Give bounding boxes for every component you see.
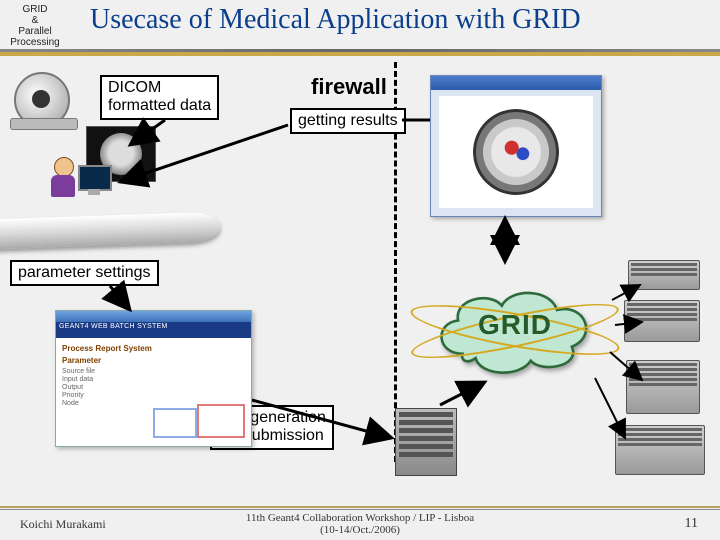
section-heading: Parameter [62, 356, 245, 365]
connector-ribbon [0, 211, 220, 250]
text: 11th Geant4 Collaboration Workshop / LIP… [246, 512, 474, 524]
form-row: Priority [62, 392, 245, 399]
label-firewall: firewall [305, 72, 393, 101]
logo-line: Processing [0, 37, 70, 48]
highlight-box-blue [153, 408, 197, 438]
grid-label: GRID [415, 309, 615, 341]
window-body [439, 96, 593, 208]
highlight-box-red [197, 404, 245, 438]
ct-scanner-icon [10, 72, 80, 132]
logo-line: GRID [0, 4, 70, 15]
form-row: Output [62, 384, 245, 391]
footer-event: 11th Geant4 Collaboration Workshop / LIP… [0, 512, 720, 536]
window-titlebar [56, 311, 251, 322]
parameter-window: GEANT4 WEB BATCH SYSTEM Process Report S… [55, 310, 252, 447]
logo-line: Parallel [0, 26, 70, 37]
label-dicom: DICOM formatted data [100, 75, 219, 120]
text: DICOM [108, 79, 161, 96]
form-row: Input data [62, 376, 245, 383]
form-row: Source file [62, 368, 245, 375]
header-rule-gold [0, 52, 720, 56]
footer-rule-grey [0, 509, 720, 510]
logo-line: & [0, 15, 70, 26]
grid-cloud: GRID [415, 265, 615, 390]
header: GRID & Parallel Processing Usecase of Me… [0, 0, 720, 44]
window-titlebar [431, 76, 601, 90]
results-window [430, 75, 602, 217]
page-title: Usecase of Medical Application with GRID [90, 4, 710, 36]
text: formatted data [108, 97, 211, 114]
label-getting-results: getting results [290, 108, 406, 134]
logo-block: GRID & Parallel Processing [0, 0, 70, 54]
server-icon [628, 260, 700, 290]
slide-root: GRID & Parallel Processing Usecase of Me… [0, 0, 720, 540]
server-icon [626, 360, 700, 414]
section-heading: Process Report System [62, 344, 245, 353]
server-icon [615, 425, 705, 475]
footer-rule-gold [0, 506, 720, 508]
user-at-terminal-icon [50, 155, 110, 215]
footer-page-number: 11 [685, 516, 698, 532]
server-icon [624, 300, 700, 342]
server-rack-icon [395, 408, 457, 476]
ct-slice-image [473, 109, 559, 195]
text: (10-14/Oct./2006) [320, 524, 400, 536]
window-banner: GEANT4 WEB BATCH SYSTEM [56, 322, 251, 338]
label-parameter-settings: parameter settings [10, 260, 159, 286]
